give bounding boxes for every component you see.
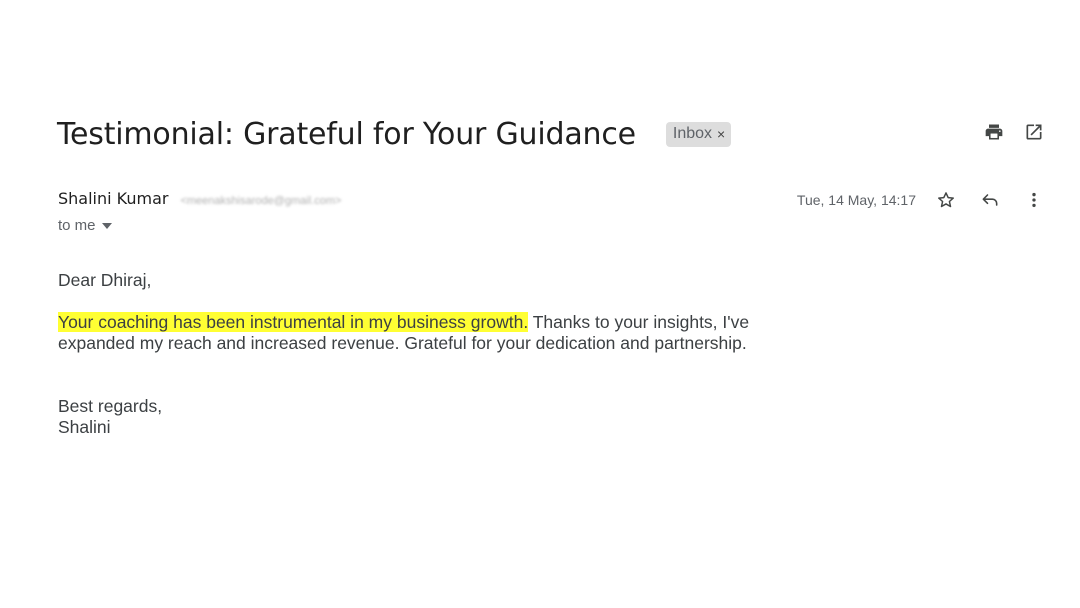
thread-actions: [984, 122, 1044, 142]
open-in-new-icon[interactable]: [1024, 122, 1044, 142]
highlighted-sentence: Your coaching has been instrumental in m…: [58, 312, 529, 332]
label-text: Inbox: [672, 125, 713, 142]
star-icon[interactable]: [936, 190, 956, 210]
caret-down-icon: [101, 222, 112, 229]
body-paragraph: Your coaching has been instrumental in m…: [58, 312, 818, 354]
email-body: Dear Dhiraj, Your coaching has been inst…: [58, 270, 818, 438]
email-view: Testimonial: Grateful for Your Guidance …: [0, 0, 1080, 608]
body-greeting: Dear Dhiraj,: [58, 270, 152, 290]
email-subject: Testimonial: Grateful for Your Guidance: [57, 116, 636, 152]
remove-label-icon[interactable]: ×: [717, 126, 725, 142]
recipient-details-toggle[interactable]: to me: [58, 217, 112, 234]
inbox-label-chip[interactable]: Inbox ×: [665, 121, 732, 147]
reply-icon[interactable]: [980, 190, 1000, 210]
recipient-text: to me: [58, 217, 96, 234]
sender-name[interactable]: Shalini Kumar: [58, 189, 168, 208]
sender-email: <meenakshisarode@gmail.com>: [180, 195, 342, 207]
printer-icon[interactable]: [984, 122, 1004, 142]
message-date: Tue, 14 May, 14:17: [796, 192, 916, 208]
sender-row: Shalini Kumar <meenakshisarode@gmail.com…: [58, 189, 341, 208]
subject-row: Testimonial: Grateful for Your Guidance …: [57, 112, 732, 156]
more-vert-icon[interactable]: [1024, 190, 1044, 210]
body-closing: Best regards,: [58, 396, 163, 416]
body-signature: Shalini: [58, 417, 111, 437]
message-meta: Tue, 14 May, 14:17: [797, 190, 1044, 210]
